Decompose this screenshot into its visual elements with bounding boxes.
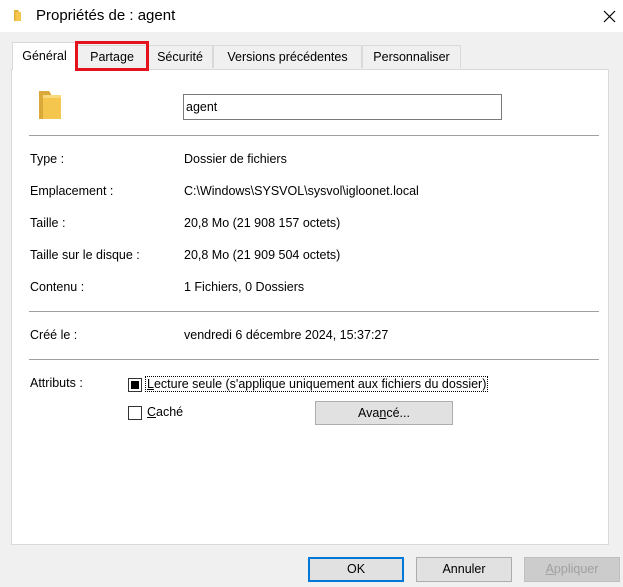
- contents-value: 1 Fichiers, 0 Dossiers: [184, 280, 305, 294]
- cancel-button[interactable]: Annuler: [416, 557, 512, 582]
- location-label: Emplacement :: [30, 184, 114, 198]
- folder-name-input[interactable]: [183, 94, 502, 120]
- ok-button[interactable]: OK: [308, 557, 404, 582]
- size-on-disk-label: Taille sur le disque :: [30, 248, 140, 262]
- title-bar: Propriétés de : agent: [0, 0, 623, 32]
- created-label: Créé le :: [30, 328, 78, 342]
- contents-label: Contenu :: [30, 280, 85, 294]
- tab-general[interactable]: Général: [12, 42, 77, 70]
- tab-securite[interactable]: Sécurité: [147, 45, 213, 68]
- type-value: Dossier de fichiers: [184, 152, 287, 166]
- folder-icon: [12, 8, 26, 22]
- size-value: 20,8 Mo (21 908 157 octets): [184, 216, 341, 230]
- size-label: Taille :: [30, 216, 66, 230]
- created-value: vendredi 6 décembre 2024, 15:37:27: [184, 328, 389, 342]
- general-panel: [11, 69, 609, 545]
- separator: [29, 311, 599, 312]
- tab-personnaliser[interactable]: Personnaliser: [362, 45, 461, 68]
- tab-versions-precedentes[interactable]: Versions précédentes: [213, 45, 362, 68]
- readonly-checkbox-label[interactable]: Lecture seule (s'applique uniquement aux…: [145, 376, 489, 392]
- apply-button[interactable]: Appliquer: [524, 557, 620, 582]
- hidden-checkbox[interactable]: [128, 406, 142, 420]
- folder-large-icon: [37, 88, 63, 120]
- separator: [29, 135, 599, 136]
- location-value: C:\Windows\SYSVOL\sysvol\igloonet.local: [184, 184, 419, 198]
- hidden-checkbox-label[interactable]: Caché: [147, 405, 183, 419]
- window-title: Propriétés de : agent: [36, 7, 176, 24]
- separator: [29, 359, 599, 360]
- size-on-disk-value: 20,8 Mo (21 909 504 octets): [184, 248, 341, 262]
- type-label: Type :: [30, 152, 65, 166]
- close-icon: [603, 10, 615, 22]
- tab-partage[interactable]: Partage: [77, 45, 147, 68]
- attributes-label: Attributs :: [30, 376, 83, 390]
- close-button[interactable]: [596, 4, 622, 28]
- advanced-button[interactable]: Avancé...: [315, 401, 453, 425]
- readonly-checkbox[interactable]: [128, 378, 142, 392]
- indeterminate-mark: [131, 381, 139, 389]
